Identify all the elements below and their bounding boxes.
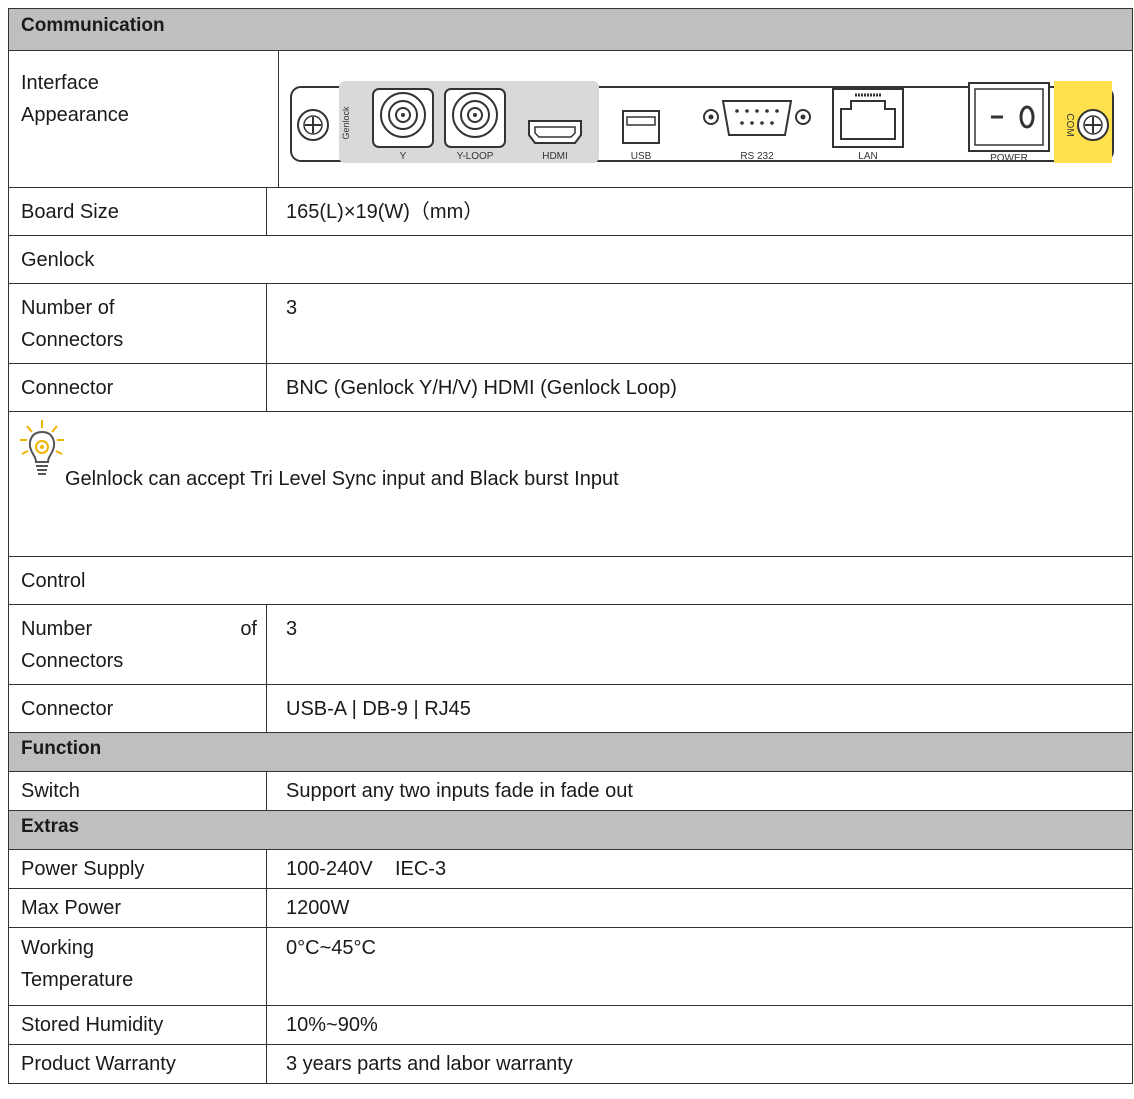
section-title: Communication bbox=[21, 15, 165, 36]
row-label: Max Power bbox=[21, 897, 122, 919]
row-value: 100-240V IEC-3 bbox=[286, 858, 447, 880]
row-max-power: Max Power 1200W bbox=[8, 889, 1133, 928]
row-label-line: Working bbox=[21, 937, 94, 959]
row-label-word: of bbox=[240, 618, 257, 640]
port-label: USB bbox=[631, 151, 652, 162]
row-working-temperature: Working Temperature 0°C~45°C bbox=[8, 928, 1133, 1006]
row-label: Number of Connectors bbox=[21, 292, 123, 356]
row-label-line: Connectors bbox=[21, 650, 124, 672]
bnc-y-loop-connector-icon bbox=[444, 88, 506, 148]
row-power-supply: Power Supply 100-240V IEC-3 bbox=[8, 850, 1133, 889]
row-label: Working Temperature bbox=[21, 932, 133, 996]
row-label-line: Number of bbox=[21, 613, 257, 645]
row-value: 0°C~45°C bbox=[286, 937, 376, 959]
row-value: 10%~90% bbox=[286, 1014, 378, 1036]
column-divider bbox=[266, 364, 267, 411]
column-divider bbox=[266, 605, 267, 684]
port-label: Y-LOOP bbox=[457, 151, 494, 162]
row-genlock-note: Gelnlock can accept Tri Level Sync input… bbox=[8, 412, 1133, 557]
row-label: Interface Appearance bbox=[21, 67, 129, 131]
row-label: Connector bbox=[21, 377, 114, 399]
row-label: Board Size bbox=[21, 201, 119, 223]
column-divider bbox=[266, 928, 267, 1005]
rear-panel-diagram: Genlock Y Y-LOOP HDMI USB RS 232 LAN POW… bbox=[290, 81, 1114, 164]
row-stored-humidity: Stored Humidity 10%~90% bbox=[8, 1006, 1133, 1045]
row-value: USB-A | DB-9 | RJ45 bbox=[286, 698, 471, 720]
com-vertical-label: COM bbox=[1064, 113, 1075, 136]
genlock-note-text: Gelnlock can accept Tri Level Sync input… bbox=[65, 468, 619, 490]
section-label: Control bbox=[21, 570, 86, 592]
port-label: POWER bbox=[990, 153, 1028, 164]
row-value: 165(L)×19(W)（mm） bbox=[286, 201, 484, 223]
section-header-function: Function bbox=[8, 733, 1133, 772]
row-value: Support any two inputs fade in fade out bbox=[286, 780, 633, 802]
column-divider bbox=[266, 772, 267, 810]
section-title: Function bbox=[21, 738, 102, 759]
section-header-extras: Extras bbox=[8, 811, 1133, 850]
row-label-line: Number of bbox=[21, 297, 115, 319]
row-value: 1200W bbox=[286, 897, 350, 919]
rj45-port-icon bbox=[832, 88, 904, 148]
port-label: HDMI bbox=[542, 151, 568, 162]
row-control-section: Control bbox=[8, 557, 1133, 605]
row-label-line: Connectors bbox=[21, 329, 124, 351]
row-genlock-connector: Connector BNC (Genlock Y/H/V) HDMI (Genl… bbox=[8, 364, 1133, 412]
column-divider bbox=[266, 1006, 267, 1044]
column-divider bbox=[266, 889, 267, 927]
row-label: Product Warranty bbox=[21, 1053, 176, 1075]
usb-port-icon bbox=[622, 110, 660, 144]
row-value: BNC (Genlock Y/H/V) HDMI (Genlock Loop) bbox=[286, 377, 677, 399]
column-divider bbox=[278, 51, 279, 187]
lightbulb-icon bbox=[20, 420, 64, 475]
row-product-warranty: Product Warranty 3 years parts and labor… bbox=[8, 1045, 1133, 1084]
section-header-communication: Communication bbox=[8, 8, 1133, 51]
right-screw-icon bbox=[1077, 109, 1109, 141]
row-label: Number of Connectors bbox=[21, 613, 257, 677]
column-divider bbox=[266, 284, 267, 363]
row-value: 3 years parts and labor warranty bbox=[286, 1053, 573, 1075]
hdmi-port-icon bbox=[528, 120, 582, 144]
row-label: Power Supply bbox=[21, 858, 145, 880]
power-switch-icon bbox=[968, 82, 1050, 152]
port-label: RS 232 bbox=[740, 151, 774, 162]
row-interface-appearance: Interface Appearance Genlock Y Y-LOOP HD… bbox=[8, 51, 1133, 188]
row-control-connector: Connector USB-A | DB-9 | RJ45 bbox=[8, 685, 1133, 733]
row-label: Connector bbox=[21, 698, 114, 720]
row-board-size: Board Size 165(L)×19(W)（mm） bbox=[8, 188, 1133, 236]
row-label: Switch bbox=[21, 780, 80, 802]
row-label-line: Temperature bbox=[21, 969, 134, 991]
row-label-line: Interface bbox=[21, 72, 99, 94]
row-label-line: Appearance bbox=[21, 104, 129, 126]
section-label: Genlock bbox=[21, 249, 95, 271]
genlock-vertical-label: Genlock bbox=[341, 106, 351, 140]
row-control-connector-count: Number of Connectors 3 bbox=[8, 605, 1133, 685]
port-label: LAN bbox=[858, 151, 877, 162]
column-divider bbox=[266, 850, 267, 888]
column-divider bbox=[266, 685, 267, 732]
row-genlock-connector-count: Number of Connectors 3 bbox=[8, 284, 1133, 364]
section-title: Extras bbox=[21, 816, 80, 837]
column-divider bbox=[266, 188, 267, 235]
row-value: 3 bbox=[286, 618, 298, 640]
row-label: Stored Humidity bbox=[21, 1014, 164, 1036]
bnc-y-connector-icon bbox=[372, 88, 434, 148]
left-screw-icon bbox=[297, 109, 329, 141]
port-label: Y bbox=[400, 151, 407, 162]
row-value: 3 bbox=[286, 297, 298, 319]
column-divider bbox=[266, 1045, 267, 1083]
row-genlock-section: Genlock bbox=[8, 236, 1133, 284]
row-label-word: Number bbox=[21, 618, 93, 640]
row-switch: Switch Support any two inputs fade in fa… bbox=[8, 772, 1133, 811]
